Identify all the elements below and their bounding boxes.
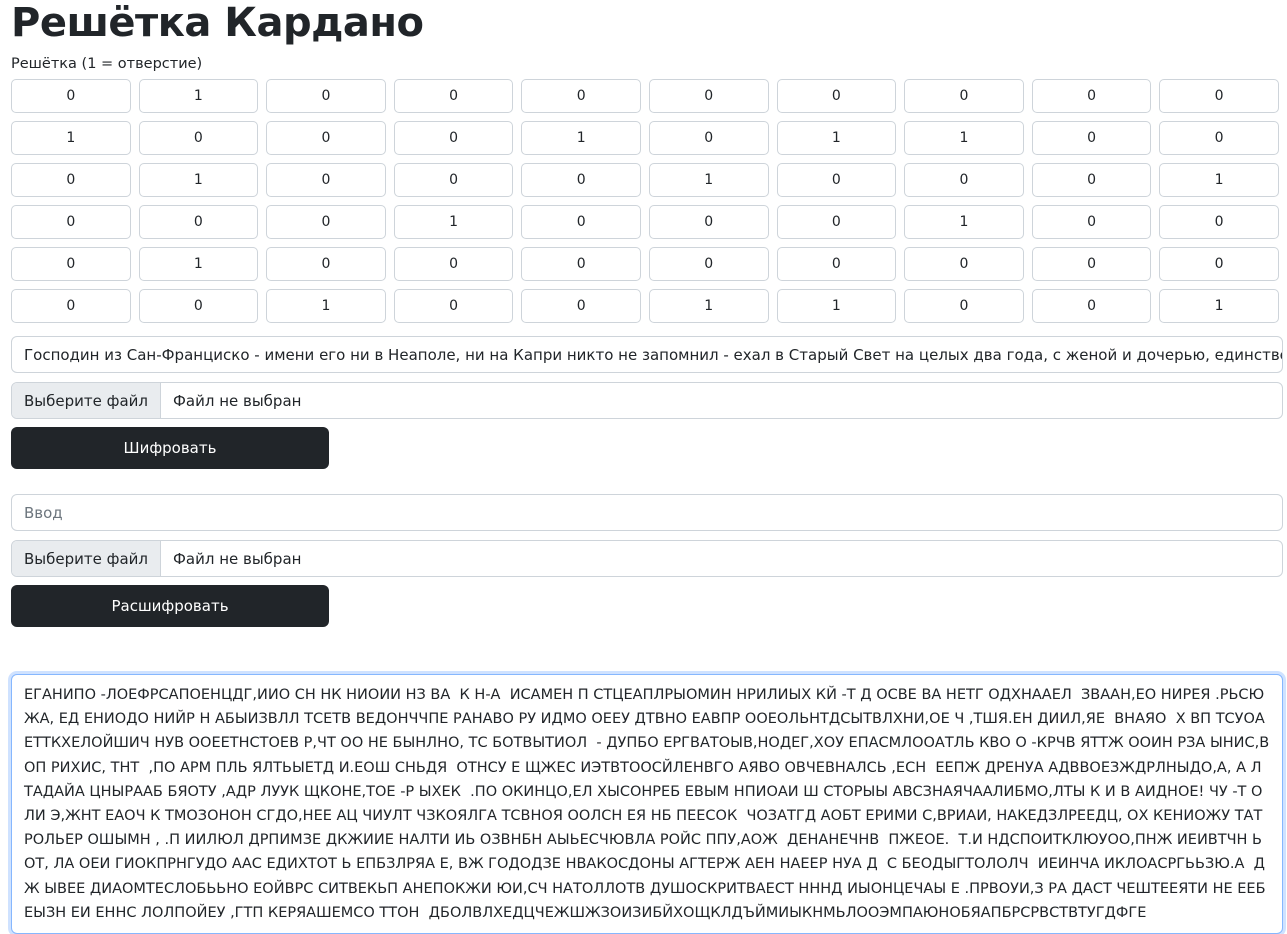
encrypt-button[interactable]: Шифровать [11,427,329,469]
grid-cell-input[interactable]: 1 [138,247,259,281]
grid-cell-input[interactable]: 0 [776,79,897,113]
grid-cell-input[interactable]: 1 [648,163,769,197]
grid-cell-input[interactable]: 1 [1159,289,1279,323]
grid-cell-input[interactable]: 0 [138,121,259,155]
grid-cell-input[interactable]: 0 [904,289,1024,323]
grid-cell-input[interactable]: 0 [393,163,514,197]
grid-cell-input[interactable]: 0 [1031,79,1152,113]
grid-cell-input[interactable]: 0 [393,247,514,281]
grid-row: 1000101100 [11,121,1283,155]
grid-cell-input[interactable]: 0 [266,247,386,281]
grid-cell-input[interactable]: 0 [393,289,514,323]
grid-cell-input[interactable]: 1 [776,289,897,323]
grid-cell-input[interactable]: 0 [266,121,386,155]
grid-cell-input[interactable]: 0 [393,121,514,155]
grid-cell-input[interactable]: 0 [904,163,1024,197]
grid-cell-input[interactable]: 0 [648,79,769,113]
decrypt-file-status: Файл не выбран [172,549,302,568]
decrypt-choose-file-button[interactable]: Выберите файл [12,541,161,576]
grid-cell-input[interactable]: 0 [904,79,1024,113]
grid-cell-input[interactable]: 0 [393,79,514,113]
grid-cell-input[interactable]: 0 [138,205,259,239]
grid-cell-input[interactable]: 0 [648,121,769,155]
grid-cell-input[interactable]: 1 [138,163,259,197]
grid-cell-input[interactable]: 0 [1159,205,1279,239]
grid-cell-input[interactable]: 0 [11,289,131,323]
grid-row: 0100000000 [11,79,1283,113]
grid-cell-input[interactable]: 0 [11,79,131,113]
grid-cell-input[interactable]: 0 [776,163,897,197]
grid-cell-input[interactable]: 0 [11,163,131,197]
grid-cell-input[interactable]: 1 [904,121,1024,155]
grid-cell-input[interactable]: 1 [138,79,259,113]
grid-cell-input[interactable]: 0 [521,163,641,197]
grid-row: 0100010001 [11,163,1283,197]
encrypt-choose-file-button[interactable]: Выберите файл [12,383,161,418]
grid-cell-input[interactable]: 0 [648,247,769,281]
page-title: Решётка Кардано [11,0,424,46]
grid-cell-input[interactable]: 0 [1031,163,1152,197]
grid-cell-input[interactable]: 0 [138,289,259,323]
grid-cell-input[interactable]: 1 [393,205,514,239]
grid-cell-input[interactable]: 0 [266,163,386,197]
grid-cell-input[interactable]: 0 [1031,289,1152,323]
output-textarea[interactable]: ЕГАНИПО -ЛОЕФРСАПОЕНЦДГ,ИИО СН НК НИОИИ … [11,674,1283,934]
grid-cell-input[interactable]: 0 [1159,247,1279,281]
grid-cell-input[interactable]: 0 [776,205,897,239]
grid-cell-input[interactable]: 0 [1031,205,1152,239]
grid-cell-input[interactable]: 1 [11,121,131,155]
encrypt-file-input[interactable]: Выберите файл Файл не выбран [11,382,1283,419]
grid-cell-input[interactable]: 0 [266,79,386,113]
grid-cell-input[interactable]: 1 [904,205,1024,239]
grid-row: 0001000100 [11,205,1283,239]
grid-cell-input[interactable]: 0 [266,205,386,239]
grid-cell-input[interactable]: 1 [266,289,386,323]
grid-label: Решётка (1 = отверстие) [11,56,203,72]
grid-row: 0100000000 [11,247,1283,281]
plaintext-input-value: Господин из Сан-Франциско - имени его ни… [24,345,1283,364]
decrypt-file-input[interactable]: Выберите файл Файл не выбран [11,540,1283,577]
grid-cell-input[interactable]: 0 [1159,121,1279,155]
grid-row: 0010011001 [11,289,1283,323]
grid-cell-input[interactable]: 1 [648,289,769,323]
grid-cell-input[interactable]: 0 [521,205,641,239]
grid-cell-input[interactable]: 0 [776,247,897,281]
ciphertext-input[interactable]: Ввод [11,494,1283,531]
grid-cell-input[interactable]: 0 [11,247,131,281]
plaintext-input[interactable]: Господин из Сан-Франциско - имени его ни… [11,336,1283,373]
grid-cell-input[interactable]: 0 [11,205,131,239]
grid-cell-input[interactable]: 0 [521,247,641,281]
grid-cell-input[interactable]: 0 [1159,79,1279,113]
grid-cell-input[interactable]: 0 [1031,121,1152,155]
encrypt-file-status: Файл не выбран [172,391,302,410]
grid-cell-input[interactable]: 0 [521,79,641,113]
grid-cell-input[interactable]: 1 [1159,163,1279,197]
cardano-grid: 0100000000100010110001000100010001000100… [11,79,1283,331]
grid-cell-input[interactable]: 0 [521,289,641,323]
grid-cell-input[interactable]: 0 [648,205,769,239]
decrypt-button[interactable]: Расшифровать [11,585,329,627]
grid-cell-input[interactable]: 1 [521,121,641,155]
ciphertext-input-placeholder: Ввод [24,503,63,522]
grid-cell-input[interactable]: 0 [1031,247,1152,281]
grid-cell-input[interactable]: 0 [904,247,1024,281]
grid-cell-input[interactable]: 1 [776,121,897,155]
